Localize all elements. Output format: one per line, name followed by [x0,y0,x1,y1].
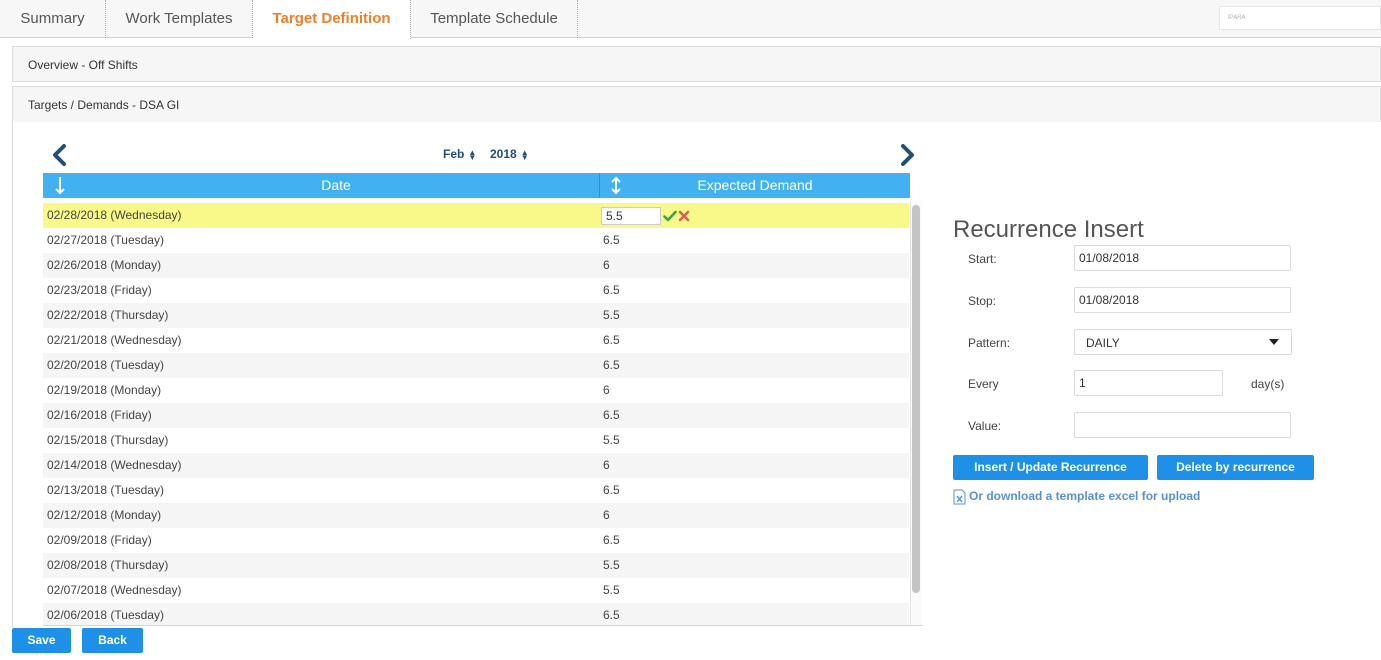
targets-panel-header[interactable]: Targets / Demands - DSA GI [12,86,1381,123]
dropdown-caret-icon [1269,339,1279,345]
every-label: Every [968,377,999,391]
table-row[interactable]: 02/23/2018 (Friday) 6.5 [43,278,909,303]
table-row[interactable]: 02/27/2018 (Tuesday) 6.5 [43,228,909,253]
cell-expected-demand[interactable]: 5.5 [603,578,620,603]
cell-expected-demand[interactable]: 5.5 [603,428,620,453]
month-label: Feb [443,147,465,161]
cell-expected-demand[interactable]: 6.5 [603,603,620,625]
cancel-x-icon[interactable] [677,209,691,223]
pattern-selected-value: DAILY [1086,336,1120,350]
cell-expected-demand[interactable]: 6.5 [603,403,620,428]
cell-date: 02/27/2018 (Tuesday) [47,233,164,247]
cell-expected-demand[interactable]: 5.5 [603,553,620,578]
pattern-label: Pattern: [968,336,1011,350]
every-field[interactable]: 1 [1074,370,1223,396]
excel-file-icon [953,489,966,505]
start-label: Start: [968,252,997,266]
cell-expected-demand[interactable]: 6.5 [603,353,620,378]
table-row[interactable]: 02/22/2018 (Thursday) 5.5 [43,303,909,328]
column-header-expected-demand[interactable]: Expected Demand [600,173,910,198]
table-row[interactable]: 02/06/2018 (Tuesday) 6.5 [43,603,909,625]
recurrence-title: Recurrence Insert [953,216,1144,243]
download-link-text: Or download a template excel for upload [969,489,1201,504]
tab-bar: Summary Work Templates Target Definition… [0,0,1381,39]
table-row[interactable]: 02/15/2018 (Thursday) 5.5 [43,428,909,453]
table-row[interactable]: 02/08/2018 (Thursday) 5.5 [43,553,909,578]
value-field[interactable] [1074,412,1291,438]
back-button[interactable]: Back [82,628,143,653]
cell-date: 02/13/2018 (Tuesday) [47,483,164,497]
targets-panel-title: Targets / Demands - DSA GI [28,98,180,112]
table-row[interactable]: 02/16/2018 (Friday) 6.5 [43,403,909,428]
table-row[interactable]: 02/09/2018 (Friday) 6.5 [43,528,909,553]
cell-date: 02/14/2018 (Wednesday) [47,458,182,472]
cell-expected-demand[interactable]: 6.5 [603,228,620,253]
download-template-link[interactable]: Or download a template excel for upload [953,489,1200,505]
demand-table: 02/28/2018 (Wednesday) 02/27/2018 (Tuesd… [43,201,910,625]
next-month-arrow-icon[interactable] [898,144,916,166]
cell-expected-demand[interactable]: 6 [603,253,610,278]
table-row[interactable]: 02/07/2018 (Wednesday) 5.5 [43,578,909,603]
cell-date: 02/23/2018 (Friday) [47,283,152,297]
table-row[interactable]: 02/12/2018 (Monday) 6 [43,503,909,528]
cell-date: 02/07/2018 (Wednesday) [47,583,182,597]
save-button[interactable]: Save [12,628,71,653]
overview-panel[interactable]: Overview - Off Shifts [12,46,1381,82]
table-row-editing[interactable]: 02/28/2018 (Wednesday) [43,203,909,228]
cell-date: 02/20/2018 (Tuesday) [47,358,164,372]
cell-date: 02/19/2018 (Monday) [47,383,162,397]
year-selector[interactable]: 2018 ▲ ▼ [490,147,529,161]
table-row[interactable]: 02/21/2018 (Wednesday) 6.5 [43,328,909,353]
tab-work-templates[interactable]: Work Templates [106,0,253,38]
table-bottom-border [43,625,923,626]
every-unit-label: day(s) [1251,377,1285,391]
cell-expected-demand[interactable]: 5.5 [603,303,620,328]
table-row[interactable]: 02/20/2018 (Tuesday) 6.5 [43,353,909,378]
tab-summary[interactable]: Summary [0,0,106,38]
cell-date: 02/12/2018 (Monday) [47,508,162,522]
cell-expected-demand[interactable]: 6.5 [603,278,620,303]
cell-date: 02/15/2018 (Thursday) [47,433,169,447]
cell-date: 02/28/2018 (Wednesday) [47,208,182,222]
cell-date: 02/08/2018 (Thursday) [47,558,169,572]
table-header: Date Expected Demand [43,173,910,198]
table-scrollbar-thumb[interactable] [912,205,920,593]
table-row[interactable]: 02/26/2018 (Monday) 6 [43,253,909,278]
year-spinner-icon: ▲ ▼ [520,147,529,162]
cell-expected-demand[interactable]: 6 [603,378,610,403]
column-header-date[interactable]: Date [43,173,629,198]
cell-date: 02/26/2018 (Monday) [47,258,162,272]
overview-panel-title: Overview - Off Shifts [28,58,138,72]
confirm-check-icon[interactable] [663,209,677,223]
cell-expected-demand[interactable]: 6 [603,453,610,478]
cell-date: 02/22/2018 (Thursday) [47,308,169,322]
cell-date: 02/09/2018 (Friday) [47,533,152,547]
pattern-select[interactable]: DAILY [1074,329,1292,355]
cell-date: 02/16/2018 (Friday) [47,408,152,422]
month-selector[interactable]: Feb ▲ ▼ [443,147,476,161]
insert-update-recurrence-button[interactable]: Insert / Update Recurrence [953,455,1148,480]
year-label: 2018 [490,147,517,161]
table-row[interactable]: 02/14/2018 (Wednesday) 6 [43,453,909,478]
tab-target-definition[interactable]: Target Definition [253,0,411,39]
stop-date-field[interactable]: 01/08/2018 [1074,287,1291,313]
start-date-field[interactable]: 01/08/2018 [1074,245,1291,271]
delete-by-recurrence-button[interactable]: Delete by recurrence [1157,455,1314,480]
table-row[interactable]: 02/13/2018 (Tuesday) 6.5 [43,478,909,503]
month-spinner-icon: ▲ ▼ [468,147,477,162]
tab-template-schedule[interactable]: Template Schedule [411,0,578,38]
table-row[interactable]: 02/19/2018 (Monday) 6 [43,378,909,403]
cell-expected-demand[interactable]: 6.5 [603,528,620,553]
value-label: Value: [968,419,1002,433]
cell-expected-demand[interactable]: 6 [603,503,610,528]
tab-search-field[interactable]: ᴵᴾᴬᴿᴬ [1219,6,1381,30]
cell-expected-demand[interactable]: 6.5 [603,328,620,353]
cell-expected-demand[interactable]: 6.5 [603,478,620,503]
cell-date: 02/06/2018 (Tuesday) [47,608,164,622]
cell-date: 02/21/2018 (Wednesday) [47,333,182,347]
stop-label: Stop: [968,294,997,308]
demand-edit-input[interactable] [601,207,661,225]
prev-month-arrow-icon[interactable] [51,144,69,166]
